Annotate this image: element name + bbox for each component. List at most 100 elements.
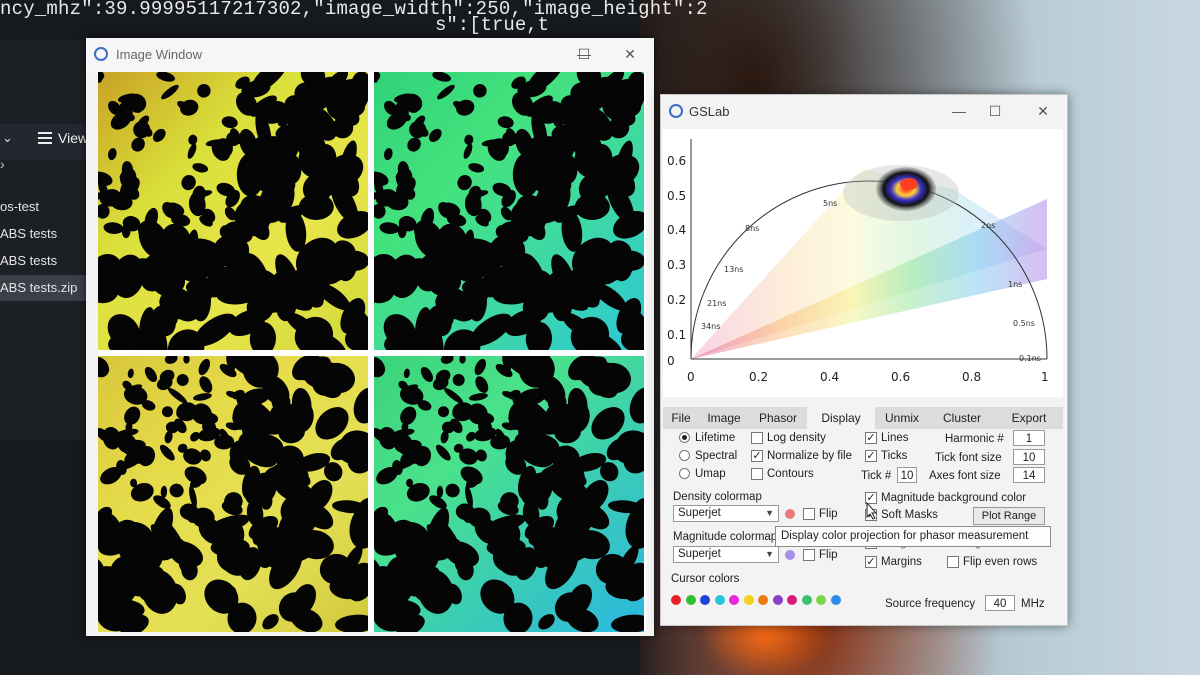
lines-checkbox[interactable]: ✓ [865,432,877,444]
harmonic-input[interactable]: 1 [1013,430,1045,446]
cursor-color-swatch[interactable] [758,595,768,605]
tick-font-size-input[interactable]: 10 [1013,449,1045,465]
phasor-density-peak [900,178,918,190]
magnitude-colormap-label: Magnitude colormap [673,531,778,543]
lifetime-label: 2ns [981,221,995,230]
density-colormap-label: Density colormap [673,491,762,503]
image-panel-intensity-top[interactable] [98,72,368,350]
magnitude-background-label: Magnitude background color [881,492,1027,504]
minimize-button[interactable]: — [939,99,979,123]
y-tick-label: 0.5 [667,189,686,203]
terminal-text-line: s":[true,t [435,14,550,36]
window-title: GSLab [689,104,730,119]
ticks-label: Ticks [881,450,908,462]
image-grid [98,72,646,632]
mouse-cursor-icon [866,502,878,520]
tick-number-input[interactable]: 10 [897,467,917,483]
y-tick-label: 0.1 [667,328,686,342]
lifetime-label: 34ns [701,322,720,331]
soft-masks-label: Soft Masks [881,509,938,521]
lifetime-label: 21ns [707,299,726,308]
view-menu-icon[interactable] [38,132,52,144]
image-window: Image Window — ☐ ✕ [86,38,654,636]
lifetime-label: 5ns [823,199,837,208]
view-button[interactable]: View [58,130,88,146]
umap-radio[interactable] [679,468,690,479]
y-tick-label: 0.3 [667,258,686,272]
chevron-down-icon[interactable]: ⌄ [2,130,13,146]
magnitude-flip-checkbox[interactable] [803,549,815,561]
intensity-image [98,72,368,350]
tab-cluster[interactable]: Cluster [929,407,995,429]
source-frequency-input[interactable]: 40 [985,595,1015,611]
cursor-color-swatch[interactable] [685,595,696,605]
file-explorer: ⌄ View › os-test ABS tests ABS tests ABS… [0,40,92,440]
gslab-titlebar[interactable]: GSLab — ☐ ✕ [661,95,1067,127]
log-density-checkbox[interactable] [751,432,763,444]
source-frequency-unit: MHz [1021,598,1045,610]
margins-label: Margins [881,556,922,568]
image-window-titlebar[interactable]: Image Window — ☐ ✕ [86,38,654,70]
chevron-right-icon[interactable]: › [0,156,5,172]
axes-font-size-input[interactable]: 14 [1013,467,1045,483]
close-button[interactable]: ✕ [610,42,650,66]
spectral-label: Spectral [695,450,738,462]
lifetime-image [374,356,644,632]
cursor-color-swatch[interactable] [801,595,812,605]
chevron-down-icon: ▼ [765,508,774,518]
phasor-plot[interactable]: 5ns 8ns 13ns 21ns 34ns 2ns 1ns 0.5ns 0.1… [663,129,1063,397]
spectral-radio[interactable] [679,450,690,461]
cursor-color-swatch[interactable] [816,595,826,605]
lifetime-label: 13ns [724,265,743,274]
magnitude-colormap-value: Superjet [678,548,721,560]
cursor-color-swatch[interactable] [772,595,783,605]
source-frequency-label: Source frequency [885,598,976,610]
cursor-colors-label: Cursor colors [671,573,740,585]
close-button[interactable]: ✕ [1023,99,1063,123]
intensity-image [98,356,368,632]
cursor-color-swatch[interactable] [714,595,725,605]
tab-unmix[interactable]: Unmix [875,407,929,429]
margins-checkbox[interactable]: ✓ [865,556,877,568]
tab-export[interactable]: Export [995,407,1063,429]
tab-phasor[interactable]: Phasor [749,407,807,429]
cursor-color-swatch[interactable] [700,595,710,605]
image-panel-intensity-bottom[interactable] [98,356,368,634]
tab-display[interactable]: Display [807,407,875,429]
cursor-color-swatch[interactable] [787,595,797,605]
ticks-checkbox[interactable]: ✓ [865,450,877,462]
tab-image[interactable]: Image [699,407,749,429]
normalize-by-file-checkbox[interactable]: ✓ [751,450,763,462]
x-tick-label: 0.6 [891,370,910,384]
x-tick-label: 0 [687,370,695,384]
density-flip-checkbox[interactable] [803,508,815,520]
lifetime-label: 8ns [745,224,759,233]
image-panel-lifetime-top[interactable] [374,72,644,350]
magnitude-colormap-select[interactable]: Superjet ▼ [673,546,779,563]
explorer-item[interactable]: ABS tests.zip [0,275,92,301]
cursor-color-swatch[interactable] [671,595,681,605]
axes-font-size-label: Axes font size [929,470,1001,482]
explorer-item[interactable]: os-test [0,194,92,220]
plot-range-button[interactable]: Plot Range [973,507,1045,525]
contours-checkbox[interactable] [751,468,763,480]
density-color-swatch[interactable] [785,509,795,519]
window-title: Image Window [116,47,202,62]
maximize-button[interactable]: ☐ [564,42,604,66]
explorer-item[interactable]: ABS tests [0,221,92,247]
contours-label: Contours [767,468,814,480]
image-panel-lifetime-bottom[interactable] [374,356,644,634]
explorer-item[interactable]: ABS tests [0,248,92,274]
y-tick-label: 0.2 [667,293,686,307]
harmonic-label: Harmonic # [945,433,1004,445]
cursor-color-swatch[interactable] [729,595,739,605]
density-colormap-select[interactable]: Superjet ▼ [673,505,779,522]
magnitude-color-swatch[interactable] [785,550,795,560]
tab-file[interactable]: File [663,407,699,429]
density-flip-label: Flip [819,508,838,520]
flip-even-rows-checkbox[interactable] [947,556,959,568]
maximize-button[interactable]: ☐ [975,99,1015,123]
cursor-color-swatch[interactable] [830,595,841,605]
cursor-color-swatch[interactable] [743,595,754,605]
lifetime-radio[interactable] [679,432,690,443]
